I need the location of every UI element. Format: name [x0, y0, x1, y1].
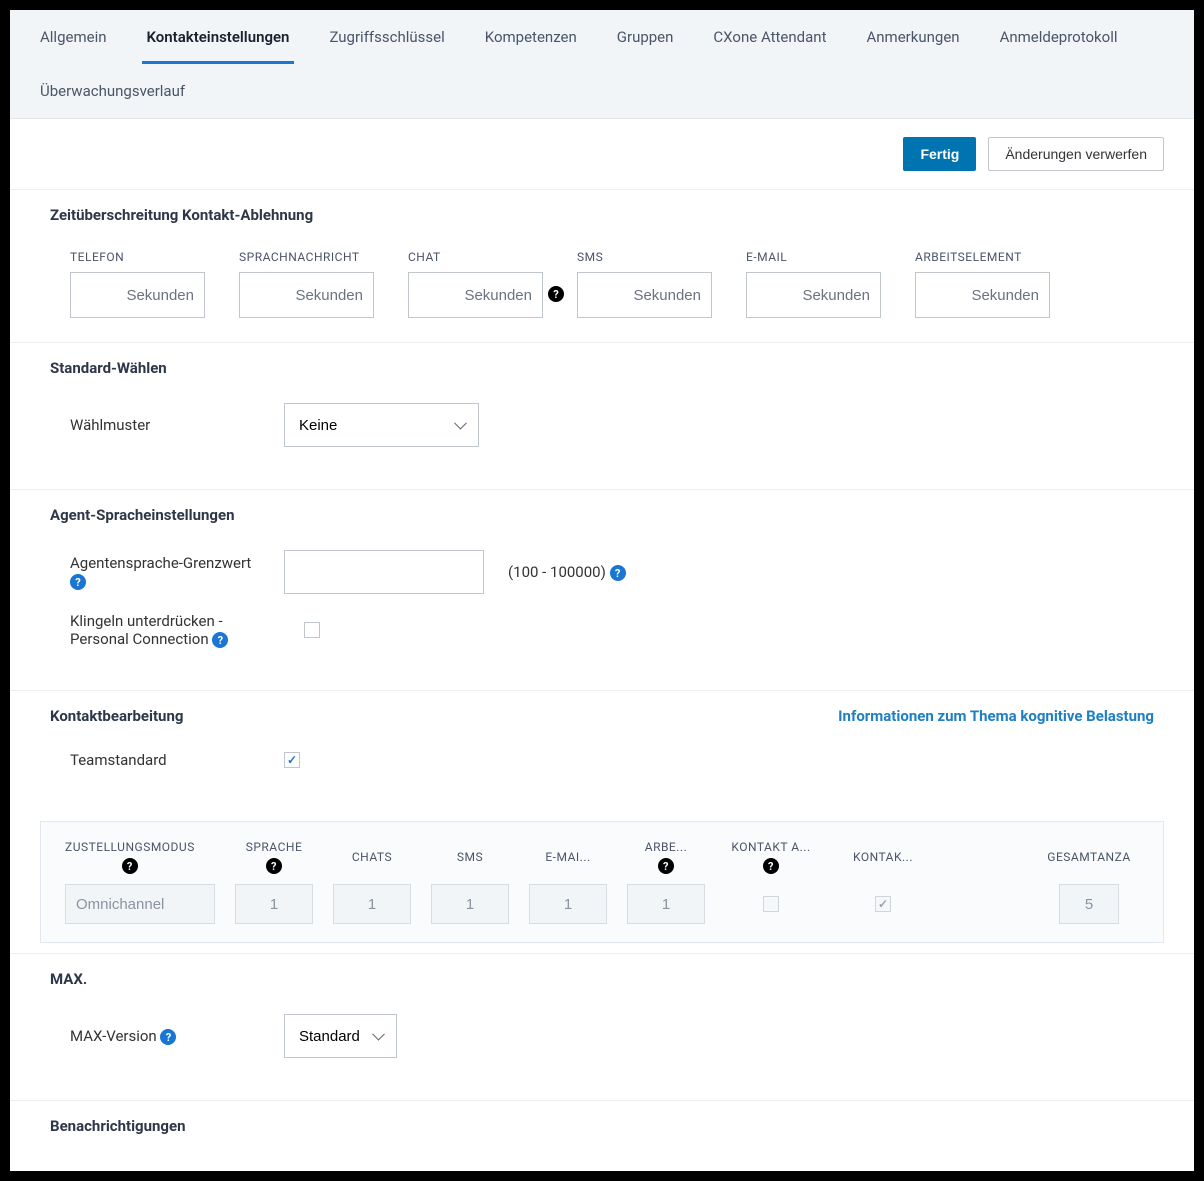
section-notifications-title: Benachrichtigungen [10, 1101, 1194, 1151]
header-sms: SMS [457, 840, 483, 874]
header-voice: SPRACHE ? [246, 840, 303, 874]
header-work: ARBE... ? [645, 840, 688, 874]
help-icon[interactable]: ? [70, 574, 86, 590]
app-container: Allgemein Kontakteinstellungen Zugriffss… [10, 10, 1194, 1171]
tab-access-keys[interactable]: Zugriffsschlüssel [309, 10, 464, 64]
section-notifications: Benachrichtigungen [10, 1100, 1194, 1151]
action-bar: Fertig Änderungen verwerfen [10, 119, 1194, 189]
input-sms-timeout[interactable] [577, 272, 712, 318]
header-delivery-mode: ZUSTELLUNGSMODUS ? [65, 840, 195, 874]
tab-monitoring-history[interactable]: Überwachungsverlauf [20, 64, 205, 118]
help-icon[interactable]: ? [266, 858, 282, 874]
delivery-mode-panel: ZUSTELLUNGSMODUS ? SPRACHE ? CHATS [40, 821, 1164, 943]
label-email: E-MAIL [746, 250, 881, 264]
help-icon[interactable]: ? [212, 632, 228, 648]
discard-button[interactable]: Änderungen verwerfen [988, 137, 1164, 171]
select-dial-pattern[interactable]: Keine [284, 403, 479, 447]
label-sms: SMS [577, 250, 712, 264]
tab-cxone-attendant[interactable]: CXone Attendant [693, 10, 846, 64]
header-chats: CHATS [352, 840, 392, 874]
section-contact-handling-title: Kontaktbearbeitung [50, 707, 183, 725]
checkbox-team-default[interactable] [284, 752, 300, 768]
section-default-dial-title: Standard-Wählen [10, 343, 1194, 393]
input-voice-threshold[interactable] [284, 550, 484, 594]
section-timeout-title: Zeitüberschreitung Kontakt-Ablehnung [10, 190, 1194, 240]
label-voice-threshold: Agentensprache-Grenzwert ? [70, 554, 260, 590]
checkbox-suppress-ring[interactable] [304, 622, 320, 638]
tab-notes[interactable]: Anmerkungen [846, 10, 979, 64]
link-cognitive-load[interactable]: Informationen zum Thema kognitive Belast… [838, 707, 1154, 725]
tab-general[interactable]: Allgemein [20, 10, 127, 64]
tab-contact-settings[interactable]: Kontakteinstellungen [127, 10, 310, 64]
tab-skills[interactable]: Kompetenzen [465, 10, 597, 64]
section-max-title: MAX. [10, 954, 1194, 1004]
label-voicemail: SPRACHNACHRICHT [239, 250, 374, 264]
input-email-count [529, 884, 607, 924]
input-workitem-timeout[interactable] [915, 272, 1050, 318]
label-max-version: MAX-Version ? [70, 1027, 260, 1045]
section-timeout: Zeitüberschreitung Kontakt-Ablehnung TEL… [10, 189, 1194, 342]
label-suppress-ring: Klingeln unterdrücken - Personal Connect… [70, 612, 280, 648]
input-delivery-mode [65, 884, 215, 924]
input-voicemail-timeout[interactable] [239, 272, 374, 318]
help-icon[interactable]: ? [548, 286, 564, 302]
label-dial-pattern: Wählmuster [70, 416, 260, 434]
help-icon[interactable]: ? [122, 858, 138, 874]
header-total: GESAMTANZA [1047, 840, 1130, 874]
help-icon[interactable]: ? [763, 858, 779, 874]
input-total-count [1059, 884, 1119, 924]
input-email-timeout[interactable] [746, 272, 881, 318]
help-icon[interactable]: ? [658, 858, 674, 874]
section-max: MAX. MAX-Version ? Standard [10, 953, 1194, 1100]
label-workitem: ARBEITSELEMENT [915, 250, 1050, 264]
label-chat: CHAT [408, 250, 543, 264]
header-contact-a: KONTAKT A... ? [731, 840, 810, 874]
help-icon[interactable]: ? [160, 1029, 176, 1045]
help-icon[interactable]: ? [610, 565, 626, 581]
header-email: E-MAI... [545, 840, 590, 874]
tab-bar: Allgemein Kontakteinstellungen Zugriffss… [10, 10, 1194, 119]
content: Zeitüberschreitung Kontakt-Ablehnung TEL… [10, 189, 1194, 1171]
input-sms-count [431, 884, 509, 924]
input-chats-count [333, 884, 411, 924]
input-chat-timeout[interactable] [408, 272, 543, 318]
checkbox-kontak [875, 896, 891, 912]
hint-range: (100 - 100000) ? [508, 563, 626, 581]
input-phone-timeout[interactable] [70, 272, 205, 318]
label-phone: TELEFON [70, 250, 205, 264]
checkbox-contact-auto [763, 896, 779, 912]
header-kontak: KONTAK... [853, 840, 913, 874]
section-contact-handling: Kontaktbearbeitung Informationen zum The… [10, 690, 1194, 943]
tab-groups[interactable]: Gruppen [597, 10, 694, 64]
timeout-row: TELEFON SPRACHNACHRICHT CHAT ? SMS [70, 250, 1154, 318]
section-agent-voice: Agent-Spracheinstellungen Agentensprache… [10, 489, 1194, 690]
input-voice-count [235, 884, 313, 924]
label-team-default: Teamstandard [70, 751, 260, 769]
done-button[interactable]: Fertig [903, 137, 976, 171]
input-work-count [627, 884, 705, 924]
section-agent-voice-title: Agent-Spracheinstellungen [10, 490, 1194, 540]
section-default-dial: Standard-Wählen Wählmuster Keine [10, 342, 1194, 489]
select-max-version[interactable]: Standard [284, 1014, 397, 1058]
tab-login-log[interactable]: Anmeldeprotokoll [980, 10, 1138, 64]
